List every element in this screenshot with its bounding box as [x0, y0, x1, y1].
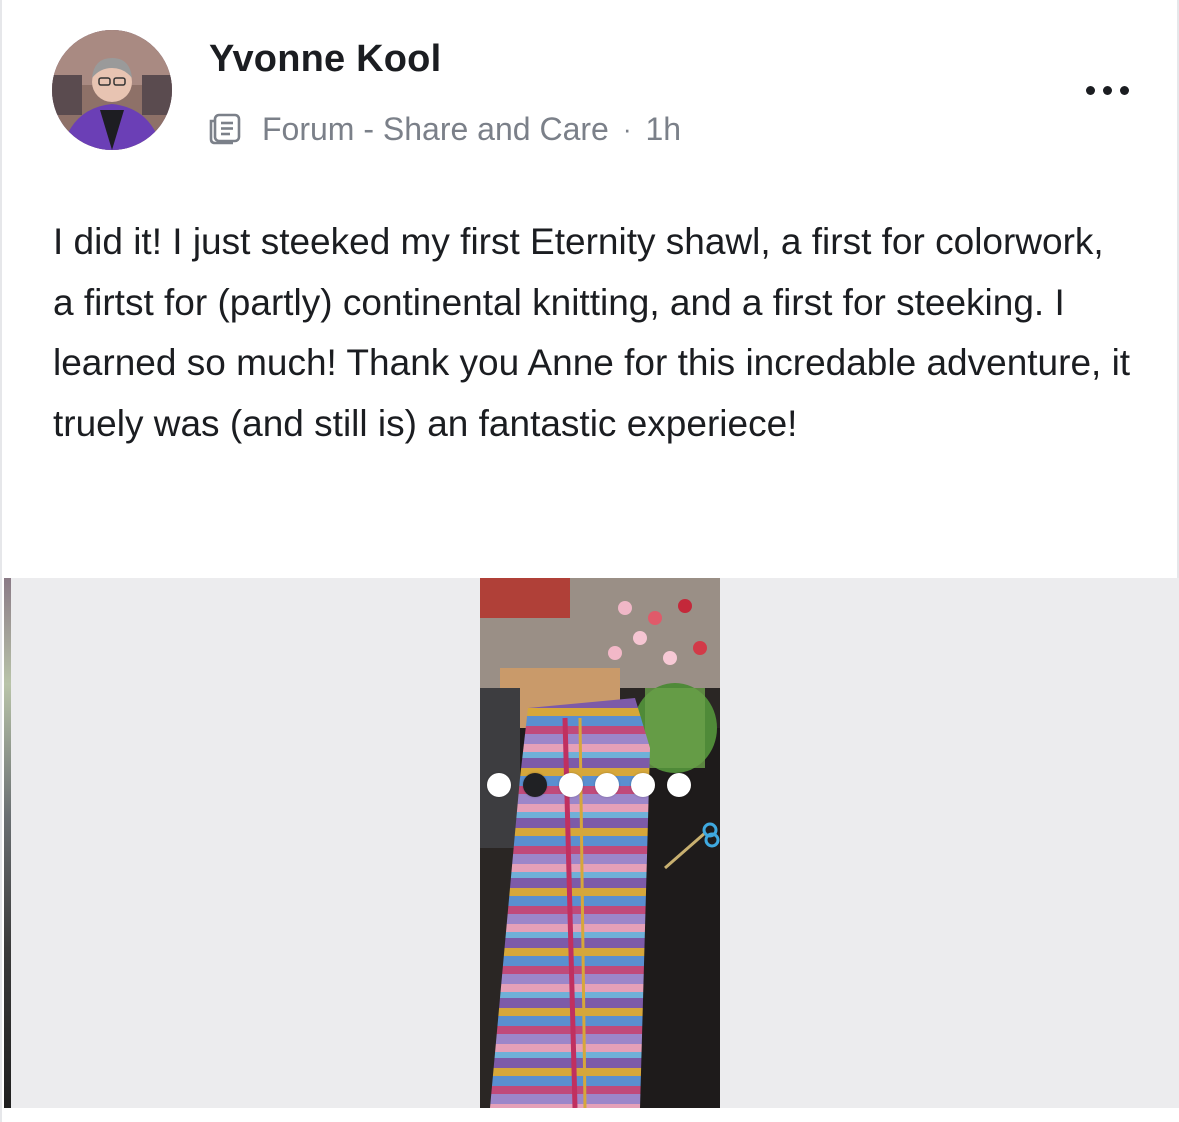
author-name[interactable]: Yvonne Kool — [209, 38, 441, 81]
author-avatar[interactable] — [52, 30, 172, 150]
more-options-button[interactable] — [1076, 70, 1138, 110]
carousel-indicators — [487, 773, 691, 797]
image-carousel[interactable] — [4, 578, 1179, 1108]
carousel-dot-5[interactable] — [631, 773, 655, 797]
carousel-dot-2-active[interactable] — [523, 773, 547, 797]
previous-image-peek[interactable] — [4, 578, 11, 1108]
card-bottom-edge — [2, 1108, 1179, 1122]
channel-link[interactable]: Forum - Share and Care — [262, 111, 609, 148]
carousel-dot-1[interactable] — [487, 773, 511, 797]
avatar-photo — [52, 30, 172, 150]
carousel-dot-3[interactable] — [559, 773, 583, 797]
carousel-dot-6[interactable] — [667, 773, 691, 797]
shawl-photo — [480, 578, 720, 1108]
post-card: Yvonne Kool Forum - Share and Care · 1h … — [0, 0, 1179, 1122]
post-meta: Forum - Share and Care · 1h — [208, 108, 681, 150]
more-options-icon — [1085, 85, 1095, 95]
carousel-dot-4[interactable] — [595, 773, 619, 797]
carousel-image[interactable] — [480, 578, 720, 1108]
post-timestamp[interactable]: 1h — [645, 111, 681, 148]
post-body: I did it! I just steeked my first Eterni… — [53, 221, 1131, 444]
meta-separator: · — [622, 113, 632, 144]
forum-icon — [208, 112, 242, 146]
